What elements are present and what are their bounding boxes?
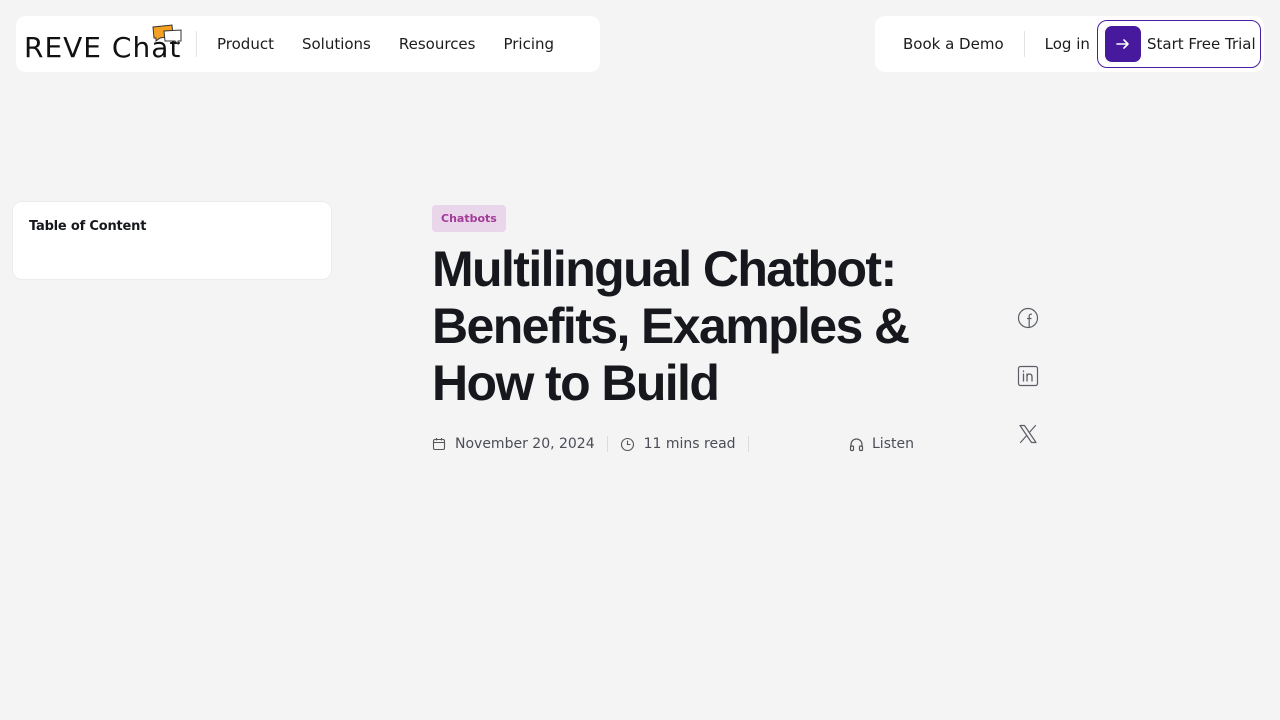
- x-share-button[interactable]: [1016, 422, 1040, 446]
- x-icon: [1019, 424, 1037, 444]
- logo[interactable]: REVE Chat: [16, 16, 188, 72]
- publish-date: November 20, 2024: [432, 436, 595, 452]
- facebook-share-button[interactable]: [1016, 306, 1040, 330]
- toc-title: Table of Content: [29, 219, 147, 234]
- table-of-content: Table of Content: [12, 201, 332, 280]
- clock-icon: [620, 437, 634, 451]
- nav-divider: [196, 31, 197, 57]
- nav-product[interactable]: Product: [209, 35, 294, 53]
- facebook-icon: [1017, 307, 1039, 329]
- nav-resources[interactable]: Resources: [391, 35, 496, 53]
- listen-label: Listen: [872, 436, 914, 452]
- start-free-trial-label: Start Free Trial: [1147, 35, 1256, 53]
- headphones-icon: [849, 437, 864, 451]
- nav-divider: [1023, 31, 1025, 57]
- nav-pricing[interactable]: Pricing: [495, 35, 574, 53]
- calendar-icon: [432, 438, 446, 451]
- chat-bubbles-icon: [152, 24, 182, 46]
- article-title: Multilingual Chatbot: Benefits, Examples…: [432, 241, 910, 411]
- date-text: November 20, 2024: [455, 436, 595, 452]
- arrow-right-icon: [1105, 26, 1141, 62]
- listen-button[interactable]: Listen: [849, 433, 914, 455]
- category-tag[interactable]: Chatbots: [432, 205, 506, 232]
- read-time-text: 11 mins read: [643, 436, 736, 452]
- linkedin-share-button[interactable]: [1016, 364, 1040, 388]
- nav-solutions[interactable]: Solutions: [294, 35, 391, 53]
- book-demo-link[interactable]: Book a Demo: [903, 35, 1004, 53]
- meta-divider: [606, 436, 608, 452]
- start-free-trial-button[interactable]: Start Free Trial: [1097, 20, 1261, 68]
- read-time: 11 mins read: [620, 436, 736, 452]
- main-nav: REVE Chat Product Solutions Resources Pr…: [16, 16, 600, 72]
- meta-divider: [747, 436, 749, 452]
- linkedin-icon: [1017, 365, 1039, 387]
- login-link[interactable]: Log in: [1045, 35, 1090, 53]
- nav-actions: Book a Demo Log in Start Free Trial: [875, 16, 1264, 72]
